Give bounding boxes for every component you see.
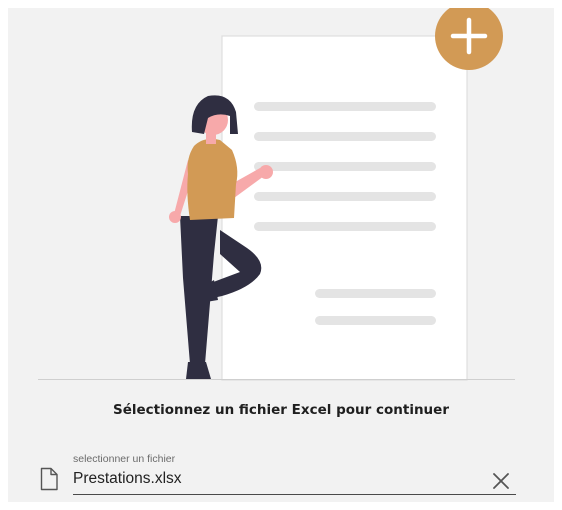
document-line xyxy=(254,222,436,231)
clear-file-button[interactable] xyxy=(490,470,512,492)
file-input-value[interactable]: Prestations.xlsx xyxy=(73,470,182,488)
upload-illustration xyxy=(169,8,503,381)
upload-panel: Sélectionnez un fichier Excel pour conti… xyxy=(8,8,554,502)
file-input-label: selectionner un fichier xyxy=(73,453,176,465)
document-line xyxy=(315,316,436,325)
close-icon xyxy=(493,473,509,489)
file-input-field[interactable]: selectionner un fichier Prestations.xlsx xyxy=(38,450,516,496)
document-line xyxy=(254,102,436,111)
document-line xyxy=(315,289,436,298)
prompt-text: Sélectionnez un fichier Excel pour conti… xyxy=(113,402,449,418)
divider xyxy=(38,379,515,380)
document-line xyxy=(254,162,436,171)
document-page xyxy=(221,35,468,381)
file-icon xyxy=(40,467,58,491)
file-input-underline xyxy=(73,494,516,495)
document-line xyxy=(254,132,436,141)
document-line xyxy=(254,192,436,201)
